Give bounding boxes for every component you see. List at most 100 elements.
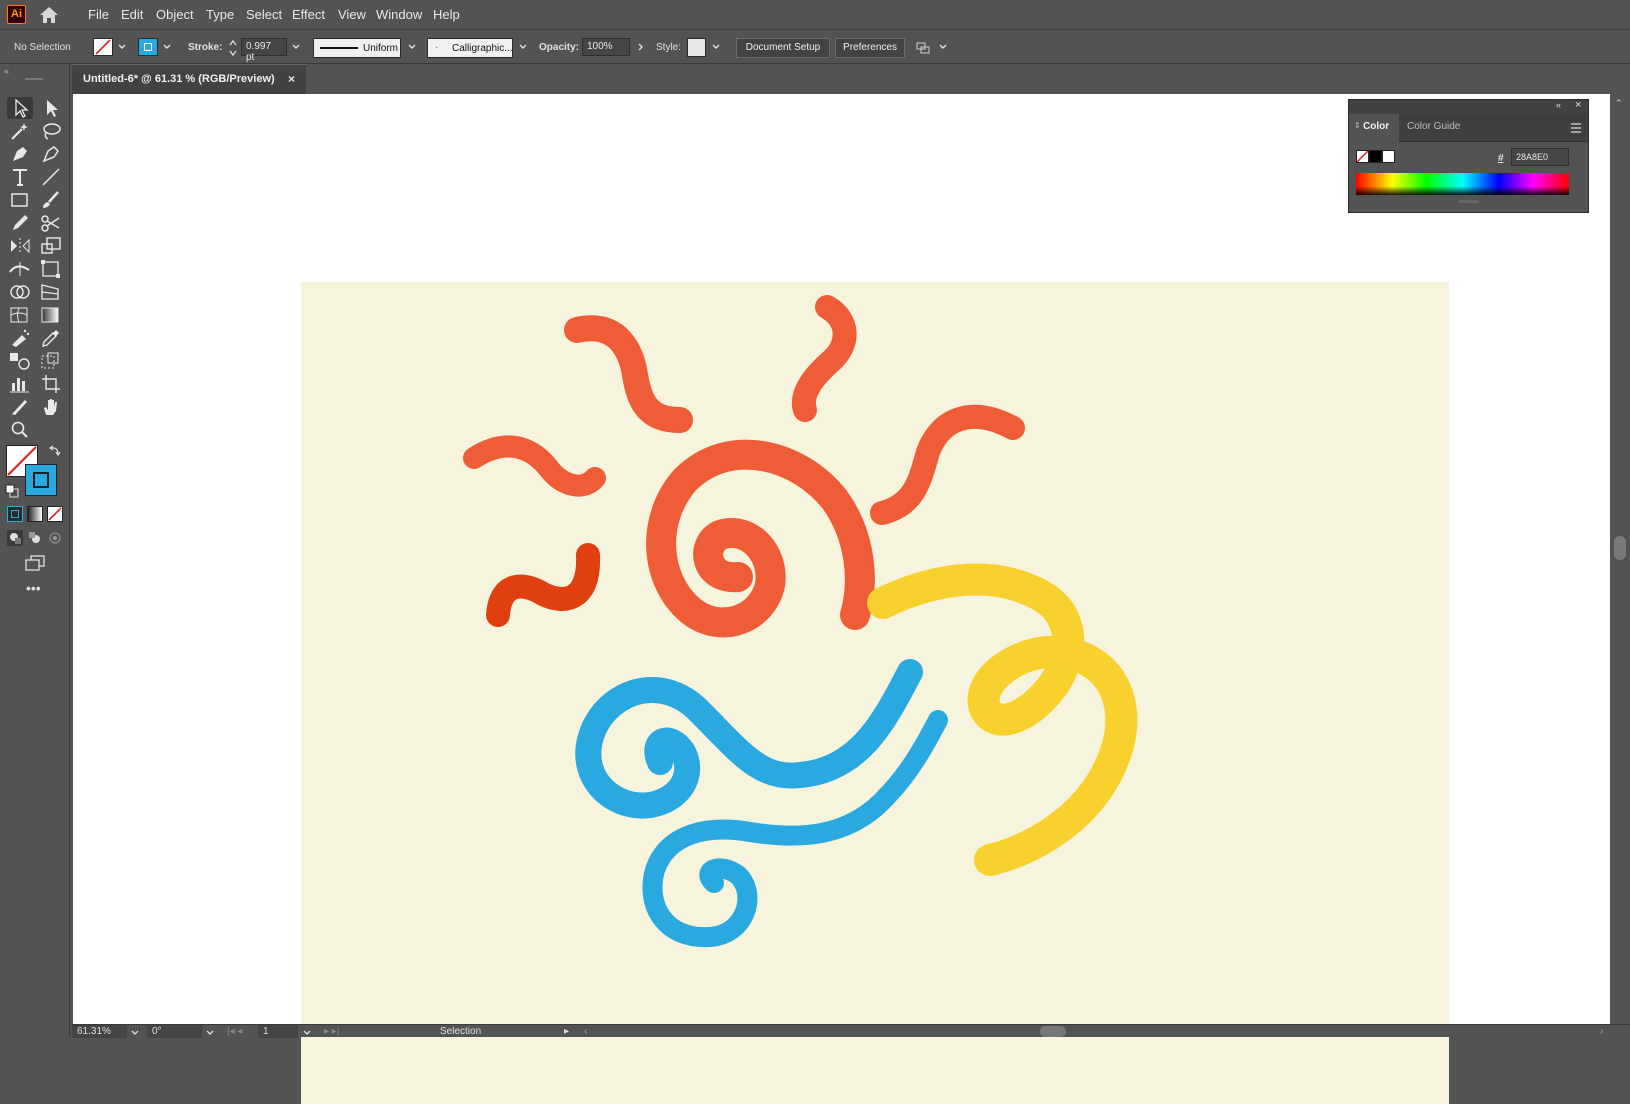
symbol-sprayer-icon[interactable] [7, 327, 33, 349]
scroll-up-icon[interactable]: ⌃ [1615, 98, 1623, 109]
color-mode-button[interactable] [7, 506, 23, 522]
color-spectrum[interactable] [1356, 173, 1569, 195]
zoom-level[interactable]: 61.31% [77, 1025, 111, 1038]
draw-inside-icon[interactable] [47, 530, 63, 546]
scrollbar-thumb[interactable] [1614, 536, 1626, 560]
brush-definition-select[interactable]: · Calligraphic... [427, 38, 513, 58]
width-icon[interactable] [7, 258, 33, 280]
current-tool-status[interactable]: Selection [440, 1025, 481, 1038]
scroll-right-icon[interactable]: › [1600, 1025, 1603, 1038]
shape-builder-icon[interactable] [7, 281, 33, 303]
gradient-mode-button[interactable] [27, 506, 43, 522]
perspective-grid-icon[interactable] [38, 281, 64, 303]
scroll-left-icon[interactable]: ‹ [584, 1025, 587, 1038]
draw-behind-icon[interactable] [27, 530, 43, 546]
stroke-weight-input[interactable]: 0.997 pt [241, 38, 287, 63]
panel-menu-icon[interactable] [1570, 122, 1582, 133]
type-icon[interactable] [7, 166, 33, 188]
chevron-down-icon[interactable] [162, 42, 172, 52]
horizontal-scrollbar-thumb[interactable] [1040, 1026, 1066, 1037]
white-swatch[interactable] [1382, 150, 1395, 163]
chevron-down-icon[interactable] [407, 42, 417, 52]
panel-grip[interactable] [25, 78, 43, 80]
edit-toolbar-icon[interactable]: ••• [26, 581, 44, 595]
chevron-down-icon[interactable] [291, 42, 301, 52]
arrange-documents-icon[interactable] [915, 39, 933, 57]
artboard-icon[interactable] [38, 373, 64, 395]
none-mode-button[interactable] [47, 506, 63, 522]
free-transform-icon[interactable] [38, 258, 64, 280]
default-colors-icon[interactable] [5, 484, 19, 498]
collapse-panel-icon[interactable]: « [4, 66, 9, 76]
menu-window[interactable]: Window [376, 7, 422, 22]
paintbrush-icon[interactable] [38, 189, 64, 211]
preferences-button[interactable]: Preferences [835, 38, 905, 58]
draw-normal-icon[interactable] [7, 530, 23, 546]
close-icon[interactable]: × [1575, 99, 1581, 111]
status-menu-icon[interactable]: ▸ [564, 1025, 569, 1038]
rotation-value[interactable]: 0° [152, 1025, 162, 1038]
none-swatch[interactable] [1356, 150, 1369, 163]
menu-type[interactable]: Type [206, 7, 234, 22]
selection-tool-icon[interactable] [7, 97, 33, 119]
stroke-profile-select[interactable]: Uniform [313, 38, 401, 58]
change-screen-mode-icon[interactable] [24, 554, 46, 572]
last-artboard-icon[interactable]: ▸ ▸| [324, 1025, 339, 1038]
chevron-down-icon[interactable] [117, 42, 127, 52]
menu-file[interactable]: File [88, 7, 109, 22]
chevron-down-icon[interactable] [518, 42, 528, 52]
fill-swatch[interactable] [93, 38, 113, 56]
swap-fill-stroke-icon[interactable] [48, 444, 62, 458]
chevron-down-icon[interactable] [302, 1027, 312, 1037]
artboard-number[interactable]: 1 [263, 1025, 269, 1038]
scissors-icon[interactable] [38, 212, 64, 234]
home-icon[interactable] [38, 5, 60, 25]
document-tab[interactable]: Untitled-6* @ 61.31 % (RGB/Preview) × [72, 64, 306, 94]
black-swatch[interactable] [1369, 150, 1382, 163]
stroke-swatch[interactable] [138, 38, 158, 56]
menu-edit[interactable]: Edit [121, 7, 143, 22]
chevron-down-icon[interactable] [711, 42, 721, 52]
scale-icon[interactable] [38, 235, 64, 257]
collapse-panel-icon[interactable]: « [1556, 100, 1561, 110]
rectangle-icon[interactable] [7, 189, 33, 211]
chevron-down-icon[interactable] [938, 42, 948, 52]
first-artboard-icon[interactable]: |◂ ◂ [227, 1025, 242, 1038]
vertical-scrollbar[interactable]: ⌃ [1610, 94, 1630, 1024]
line-icon[interactable] [38, 166, 64, 188]
zoom-icon[interactable] [7, 419, 33, 441]
curvature-icon[interactable] [38, 143, 64, 165]
live-paint-icon[interactable] [38, 350, 64, 372]
close-icon[interactable]: × [288, 72, 295, 86]
hex-input[interactable]: 28A8E0 [1511, 148, 1569, 166]
chevron-down-icon[interactable] [130, 1027, 140, 1037]
menu-object[interactable]: Object [156, 7, 194, 22]
pencil-icon[interactable] [7, 212, 33, 234]
chevron-right-icon[interactable] [636, 42, 646, 52]
chevron-down-icon[interactable] [205, 1027, 215, 1037]
tab-color[interactable]: ⇕ Color [1349, 114, 1399, 142]
reflect-icon[interactable] [7, 235, 33, 257]
graphic-style-swatch[interactable] [687, 38, 706, 57]
magic-wand-icon[interactable] [7, 120, 33, 142]
canvas-area[interactable] [73, 94, 1610, 1104]
stroke-color-box[interactable] [25, 464, 57, 496]
document-setup-button[interactable]: Document Setup [736, 38, 830, 58]
mesh-icon[interactable] [7, 304, 33, 326]
menu-view[interactable]: View [338, 7, 366, 22]
slice-icon[interactable] [7, 396, 33, 418]
menu-select[interactable]: Select [246, 7, 282, 22]
stroke-stepper-icon[interactable] [228, 38, 238, 58]
hand-icon[interactable] [38, 396, 64, 418]
eyedropper-icon[interactable] [38, 327, 64, 349]
direct-selection-tool-icon[interactable] [38, 97, 64, 119]
blend-icon[interactable] [7, 350, 33, 372]
gradient-icon[interactable] [38, 304, 64, 326]
column-graph-icon[interactable] [7, 373, 33, 395]
tab-color-guide[interactable]: Color Guide [1407, 121, 1460, 132]
menu-help[interactable]: Help [433, 7, 460, 22]
menu-effect[interactable]: Effect [292, 7, 325, 22]
pen-icon[interactable] [7, 143, 33, 165]
lasso-icon[interactable] [38, 120, 64, 142]
opacity-input[interactable]: 100% [582, 38, 630, 56]
